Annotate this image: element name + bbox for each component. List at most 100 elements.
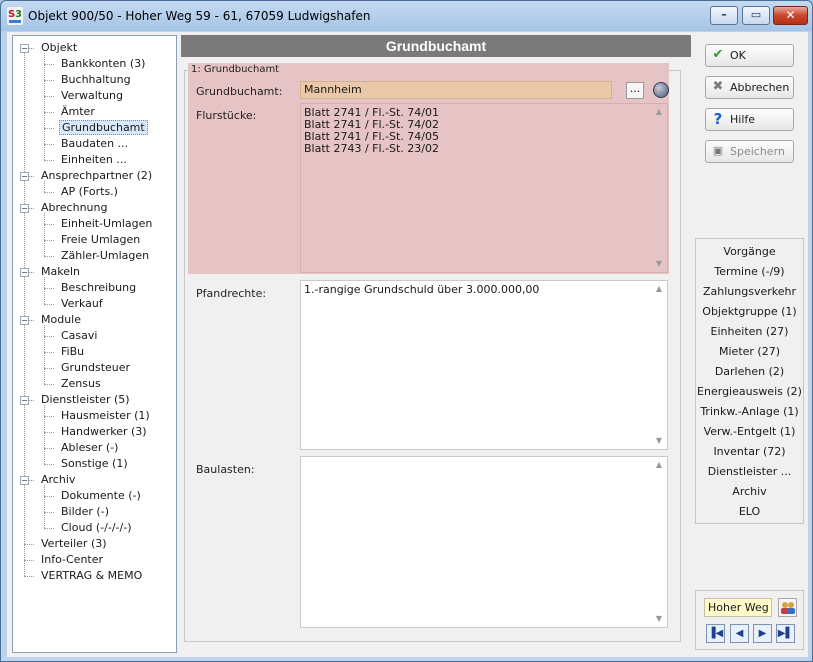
collapse-icon[interactable]: − <box>20 476 29 485</box>
help-button[interactable]: ? Hilfe <box>705 108 794 131</box>
tree-leaf[interactable]: Baudaten ... <box>59 136 130 152</box>
nav-link[interactable]: Termine (-/9) <box>696 265 803 278</box>
maximize-button[interactable]: ▭ <box>742 6 770 25</box>
tree-leaf[interactable]: Ämter <box>59 104 97 120</box>
close-button[interactable]: ✕ <box>773 6 808 25</box>
tree-node[interactable]: VERTRAG & MEMO <box>39 568 144 584</box>
tree-node[interactable]: Verteiler (3) <box>39 536 109 552</box>
nav-link[interactable]: Energieausweis (2) <box>696 385 803 398</box>
address-field[interactable]: Hoher Weg 5 <box>704 598 772 617</box>
checkmark-icon: ✔ <box>712 47 724 62</box>
tree-item-label: Objekt <box>41 41 78 54</box>
tree-leaf[interactable]: Beschreibung <box>59 280 138 296</box>
nav-link[interactable]: Objektgruppe (1) <box>696 305 803 318</box>
scroll-down-icon[interactable]: ▼ <box>654 435 664 447</box>
scroll-up-icon[interactable]: ▲ <box>654 459 664 471</box>
flurstuecke-textarea[interactable]: Blatt 2741 / Fl.-St. 74/01 Blatt 2741 / … <box>300 103 668 273</box>
collapse-icon[interactable]: − <box>20 204 29 213</box>
first-record-button[interactable]: ▐◀ <box>706 624 725 643</box>
tree-leaf[interactable]: Handwerker (3) <box>59 424 149 440</box>
scroll-up-icon[interactable]: ▲ <box>654 283 664 295</box>
tree-node[interactable]: Abrechnung <box>39 200 109 216</box>
tree-leaf[interactable]: Ableser (-) <box>59 440 120 456</box>
tree-leaf[interactable]: Verkauf <box>59 296 105 312</box>
tree-leaf[interactable]: Bankkonten (3) <box>59 56 147 72</box>
tree-item-label: Baudaten ... <box>61 137 129 150</box>
tree-leaf[interactable]: Einheit-Umlagen <box>59 216 154 232</box>
globe-icon[interactable] <box>653 82 669 98</box>
tree-leaf[interactable]: Casavi <box>59 328 99 344</box>
next-icon: ▶ <box>758 628 767 639</box>
nav-link[interactable]: Archiv <box>696 485 803 498</box>
tree-leaf[interactable]: Hausmeister (1) <box>59 408 152 424</box>
nav-link[interactable]: Verw.-Entgelt (1) <box>696 425 803 438</box>
save-button[interactable]: ▣ Speichern <box>705 140 794 163</box>
cancel-x-icon: ✖ <box>712 79 724 94</box>
tree-node[interactable]: Makeln <box>39 264 82 280</box>
scroll-up-icon[interactable]: ▲ <box>654 106 664 118</box>
browse-button[interactable]: ... <box>626 82 644 99</box>
tree-leaf[interactable]: Zensus <box>59 376 103 392</box>
tree-leaf[interactable]: Verwaltung <box>59 88 125 104</box>
collapse-icon[interactable]: − <box>20 316 29 325</box>
tree-connector <box>44 368 54 369</box>
tree-item-label: Zensus <box>61 377 101 390</box>
tree-leaf[interactable]: Sonstige (1) <box>59 456 130 472</box>
scroll-down-icon[interactable]: ▼ <box>654 258 664 270</box>
last-record-button[interactable]: ▶▌ <box>776 624 795 643</box>
tree-connector <box>24 544 34 545</box>
contacts-button[interactable] <box>778 598 797 617</box>
tree-connector <box>44 144 54 145</box>
tree-node[interactable]: Objekt <box>39 40 79 56</box>
tree-connector <box>44 528 54 529</box>
ok-button[interactable]: ✔ OK <box>705 44 794 67</box>
tree-node[interactable]: Info-Center <box>39 552 105 568</box>
cancel-button[interactable]: ✖ Abbrechen <box>705 76 794 99</box>
grundbuchamt-field[interactable]: Mannheim <box>300 81 612 99</box>
tree-leaf[interactable]: Buchhaltung <box>59 72 133 88</box>
nav-link[interactable]: Inventar (72) <box>696 445 803 458</box>
pfandrechte-textarea[interactable]: 1.-rangige Grundschuld über 3.000.000,00… <box>300 280 668 450</box>
tree-leaf[interactable]: Zähler-Umlagen <box>59 248 151 264</box>
tree-leaf[interactable]: Freie Umlagen <box>59 232 142 248</box>
tree-leaf[interactable]: FiBu <box>59 344 86 360</box>
tree-item-label: Grundsteuer <box>61 361 131 374</box>
minimize-button[interactable]: – <box>710 6 738 25</box>
nav-link[interactable]: Einheiten (27) <box>696 325 803 338</box>
nav-link[interactable]: Mieter (27) <box>696 345 803 358</box>
tree-item-label: Handwerker (3) <box>61 425 147 438</box>
collapse-icon[interactable]: − <box>20 44 29 53</box>
tree-item-label: Beschreibung <box>61 281 137 294</box>
tree-connector <box>44 512 54 513</box>
tree-leaf[interactable]: Grundbuchamt <box>59 120 148 136</box>
tree-leaf[interactable]: AP (Forts.) <box>59 184 120 200</box>
baulasten-textarea[interactable]: ▲ ▼ <box>300 456 668 628</box>
scroll-down-icon[interactable]: ▼ <box>654 613 664 625</box>
minimize-icon: – <box>721 8 727 21</box>
nav-link[interactable]: Zahlungsverkehr <box>696 285 803 298</box>
nav-link[interactable]: Darlehen (2) <box>696 365 803 378</box>
tree-leaf[interactable]: Bilder (-) <box>59 504 111 520</box>
next-record-button[interactable]: ▶ <box>753 624 772 643</box>
tree-node[interactable]: Dienstleister (5) <box>39 392 132 408</box>
client-area: Objekt − Bankkonten (3) Buchhaltung Verwaltu… <box>7 32 808 657</box>
nav-link[interactable]: Dienstleister ... <box>696 465 803 478</box>
collapse-icon[interactable]: − <box>20 268 29 277</box>
collapse-icon[interactable]: − <box>20 172 29 181</box>
tree-item-label: Buchhaltung <box>61 73 131 86</box>
tree-item-label: Einheiten ... <box>61 153 127 166</box>
nav-link[interactable]: ELO <box>696 505 803 518</box>
navigation-tree[interactable]: Objekt − Bankkonten (3) Buchhaltung Verwaltu… <box>12 35 177 653</box>
tree-leaf[interactable]: Dokumente (-) <box>59 488 143 504</box>
tree-leaf[interactable]: Cloud (-/-/-/-) <box>59 520 134 536</box>
title-bar[interactable]: S 3 Objekt 900/50 - Hoher Weg 59 - 61, 6… <box>1 1 812 31</box>
nav-link[interactable]: Trinkw.-Anlage (1) <box>696 405 803 418</box>
tree-node[interactable]: Module <box>39 312 83 328</box>
tree-leaf[interactable]: Grundsteuer <box>59 360 132 376</box>
previous-record-button[interactable]: ◀ <box>730 624 749 643</box>
tree-leaf[interactable]: Einheiten ... <box>59 152 129 168</box>
collapse-icon[interactable]: − <box>20 396 29 405</box>
tree-node[interactable]: Ansprechpartner (2) <box>39 168 154 184</box>
nav-link[interactable]: Vorgänge <box>696 245 803 258</box>
tree-connector <box>44 181 45 192</box>
